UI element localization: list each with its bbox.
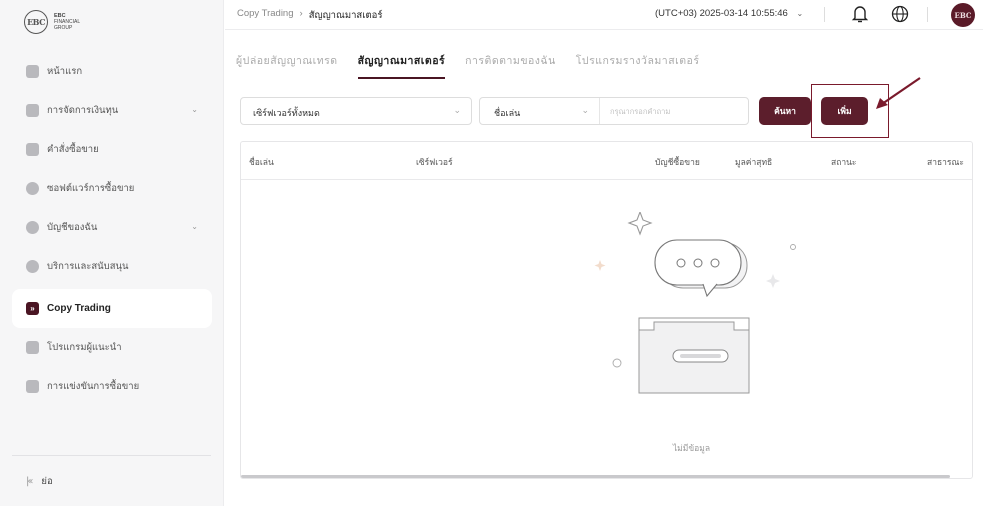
tab-master-rewards[interactable]: โปรแกรมรางวัลมาสเตอร์ xyxy=(576,52,700,79)
chevron-down-icon: ⌄ xyxy=(191,222,198,231)
breadcrumb-current: สัญญาณมาสเตอร์ xyxy=(308,10,383,21)
home-icon xyxy=(26,65,39,78)
topbar: Copy Trading › สัญญาณมาสเตอร์ (UTC+03) 2… xyxy=(225,0,983,30)
search-field-select[interactable]: ชื่อเล่น ⌄ xyxy=(480,98,600,124)
topbar-divider xyxy=(927,7,928,22)
search-button[interactable]: ค้นหา xyxy=(759,97,811,125)
sidebar-item-copy-trading[interactable]: » Copy Trading xyxy=(12,289,212,328)
sidebar-item-label: การจัดการเงินทุน xyxy=(47,105,119,116)
tab-signal-providers[interactable]: ผู้ปล่อยสัญญาณเทรด xyxy=(236,52,338,79)
collapse-icon: |‹‹ xyxy=(26,476,34,487)
topbar-divider xyxy=(824,7,825,22)
sidebar-item-support[interactable]: บริการและสนับสนุน xyxy=(12,247,212,286)
chevron-down-icon: ⌄ xyxy=(191,105,198,114)
wallet-icon xyxy=(26,104,39,117)
avatar[interactable]: EBC xyxy=(951,3,975,27)
bell-icon[interactable] xyxy=(851,4,869,24)
sidebar-item-label: Copy Trading xyxy=(47,303,111,314)
column-header-status[interactable]: สถานะ xyxy=(831,155,856,169)
sidebar-item-account[interactable]: บัญชีของฉัน ⌄ xyxy=(12,208,212,247)
search-input[interactable] xyxy=(610,104,740,118)
timezone-selector[interactable]: (UTC+03) 2025-03-14 10:55:46 ⌄ xyxy=(655,8,803,19)
tab-my-follows[interactable]: การติดตามของฉัน xyxy=(465,52,556,79)
logo-text: EBC FINANCIAL GROUP xyxy=(54,13,80,31)
breadcrumb: Copy Trading › สัญญาณมาสเตอร์ xyxy=(237,8,382,23)
table-header: ชื่อเล่น เซิร์ฟเวอร์ บัญชีซื้อขาย มูลค่า… xyxy=(241,142,972,180)
sidebar: EBC EBC FINANCIAL GROUP หน้าแรก การจัดกา… xyxy=(0,0,224,506)
collapse-sidebar-button[interactable]: |‹‹ ย่อ xyxy=(26,474,53,489)
logo-mark: EBC xyxy=(24,10,48,34)
sidebar-item-competition[interactable]: การแข่งขันการซื้อขาย xyxy=(12,367,212,406)
logo-line-3: GROUP xyxy=(54,25,73,31)
annotation-arrow-icon xyxy=(876,77,921,109)
column-header-nickname[interactable]: ชื่อเล่น xyxy=(249,155,274,169)
sidebar-nav: หน้าแรก การจัดการเงินทุน ⌄ คำสั่งซื้อขาย… xyxy=(12,52,212,406)
help-icon xyxy=(26,260,39,273)
collapse-label: ย่อ xyxy=(41,476,53,487)
search-combo: ชื่อเล่น ⌄ xyxy=(479,97,749,125)
globe-icon[interactable] xyxy=(891,5,909,23)
datetime-label: 2025-03-14 10:55:46 xyxy=(699,8,788,19)
sidebar-item-referral[interactable]: โปรแกรมผู้แนะนำ xyxy=(12,328,212,367)
master-signals-table: ชื่อเล่น เซิร์ฟเวอร์ บัญชีซื้อขาย มูลค่า… xyxy=(240,141,973,479)
sidebar-item-funds[interactable]: การจัดการเงินทุน ⌄ xyxy=(12,91,212,130)
sidebar-item-home[interactable]: หน้าแรก xyxy=(12,52,212,91)
sidebar-divider xyxy=(12,455,211,456)
chevron-down-icon: ⌄ xyxy=(453,105,461,115)
sidebar-item-label: บัญชีของฉัน xyxy=(47,222,98,233)
column-header-public[interactable]: สาธารณะ xyxy=(927,155,964,169)
breadcrumb-separator-icon: › xyxy=(299,8,303,19)
chevron-down-icon: ⌄ xyxy=(581,105,589,115)
horizontal-scrollbar[interactable] xyxy=(241,475,951,478)
sidebar-item-orders[interactable]: คำสั่งซื้อขาย xyxy=(12,130,212,169)
server-select[interactable]: เซิร์ฟเวอร์ทั้งหมด ⌄ xyxy=(240,97,472,125)
server-select-value: เซิร์ฟเวอร์ทั้งหมด xyxy=(253,108,320,118)
breadcrumb-root[interactable]: Copy Trading xyxy=(237,8,294,23)
empty-state-illustration xyxy=(594,212,796,394)
sidebar-item-software[interactable]: ซอฟต์แวร์การซื้อขาย xyxy=(12,169,212,208)
column-header-account[interactable]: บัญชีซื้อขาย xyxy=(655,155,700,169)
chevron-down-icon: ⌄ xyxy=(796,9,804,18)
referral-icon xyxy=(26,341,39,354)
sidebar-item-label: บริการและสนับสนุน xyxy=(47,261,129,272)
column-header-net-value[interactable]: มูลค่าสุทธิ xyxy=(735,155,772,169)
sidebar-item-label: หน้าแรก xyxy=(47,66,83,77)
chart-icon xyxy=(26,143,39,156)
software-icon xyxy=(26,182,39,195)
empty-state-text: ไม่มีข้อมูล xyxy=(672,443,711,453)
sidebar-item-label: โปรแกรมผู้แนะนำ xyxy=(47,342,122,353)
sidebar-item-label: ซอฟต์แวร์การซื้อขาย xyxy=(47,183,135,194)
copy-trading-icon: » xyxy=(26,302,39,315)
trophy-icon xyxy=(26,380,39,393)
sidebar-item-label: การแข่งขันการซื้อขาย xyxy=(47,381,140,392)
column-header-server[interactable]: เซิร์ฟเวอร์ xyxy=(416,155,453,169)
sidebar-item-label: คำสั่งซื้อขาย xyxy=(47,144,99,155)
timezone-label: (UTC+03) xyxy=(655,8,697,19)
user-icon xyxy=(26,221,39,234)
tab-bar: ผู้ปล่อยสัญญาณเทรด สัญญาณมาสเตอร์ การติด… xyxy=(236,52,699,79)
search-field-value: ชื่อเล่น xyxy=(494,108,521,118)
tab-master-signals[interactable]: สัญญาณมาสเตอร์ xyxy=(357,52,446,79)
brand-logo[interactable]: EBC EBC FINANCIAL GROUP xyxy=(24,10,80,34)
